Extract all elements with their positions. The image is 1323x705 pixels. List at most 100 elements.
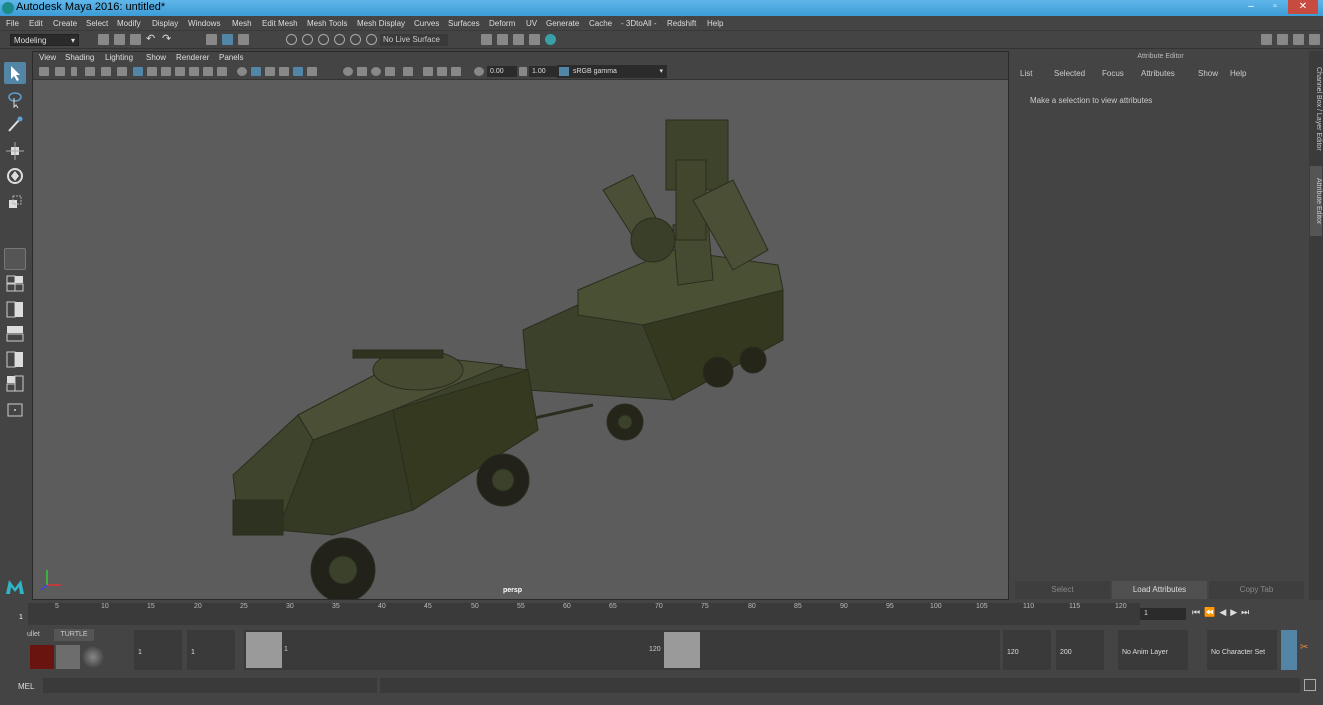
mel-label[interactable]: MEL bbox=[18, 682, 34, 691]
menu-redshift[interactable]: Redshift bbox=[667, 19, 696, 28]
playback-end-field[interactable]: 120 bbox=[1003, 630, 1051, 670]
shelf-render-icon[interactable] bbox=[30, 645, 54, 669]
menu-cache[interactable]: Cache bbox=[589, 19, 612, 28]
undo-icon[interactable]: ↶ bbox=[146, 32, 157, 45]
snap-point-icon[interactable] bbox=[318, 34, 329, 45]
minimize-button[interactable]: – bbox=[1240, 0, 1262, 14]
preferences-icon[interactable]: ✂ bbox=[1300, 642, 1314, 656]
script-editor-icon[interactable] bbox=[1304, 679, 1316, 691]
bookmark-icon[interactable] bbox=[71, 67, 77, 76]
attr-menu-show[interactable]: Show bbox=[1198, 69, 1218, 78]
attr-menu-focus[interactable]: Focus bbox=[1102, 69, 1124, 78]
menu-modify[interactable]: Modify bbox=[117, 19, 141, 28]
snap-curve-icon[interactable] bbox=[302, 34, 313, 45]
safe-title-icon[interactable] bbox=[217, 67, 227, 76]
select-button[interactable]: Select bbox=[1015, 581, 1110, 599]
menu-file[interactable]: File bbox=[6, 19, 19, 28]
persp-outliner-layout-icon[interactable] bbox=[4, 324, 26, 342]
color-space-select[interactable]: sRGB gamma ▾ bbox=[557, 65, 667, 78]
anim-layer-select[interactable]: No Anim Layer bbox=[1118, 630, 1188, 670]
menu-surfaces[interactable]: Surfaces bbox=[448, 19, 480, 28]
vp-menu-lighting[interactable]: Lighting bbox=[105, 53, 133, 62]
time-ruler[interactable]: 5 10 15 20 25 30 35 40 45 50 55 60 65 70… bbox=[19, 603, 1140, 625]
channel-box-icon[interactable] bbox=[1293, 34, 1304, 45]
menu-help[interactable]: Help bbox=[707, 19, 723, 28]
snap-plane-icon[interactable] bbox=[334, 34, 345, 45]
time-slider[interactable]: 5 10 15 20 25 30 35 40 45 50 55 60 65 70… bbox=[0, 601, 1323, 626]
camera-select-icon[interactable] bbox=[39, 67, 49, 76]
image-plane-icon[interactable] bbox=[85, 67, 95, 76]
hypershade-icon[interactable] bbox=[545, 34, 556, 45]
attr-menu-attributes[interactable]: Attributes bbox=[1141, 69, 1175, 78]
grease-pencil-icon[interactable] bbox=[117, 67, 127, 76]
maximize-button[interactable]: ▫ bbox=[1264, 0, 1286, 14]
2d-pan-zoom-icon[interactable] bbox=[101, 67, 111, 76]
select-component-icon[interactable] bbox=[238, 34, 249, 45]
gamma-icon[interactable] bbox=[519, 67, 527, 76]
persp-graph-layout-icon[interactable] bbox=[4, 350, 26, 368]
rotate-tool-icon[interactable] bbox=[4, 165, 26, 187]
step-back-key-icon[interactable]: ⏪ bbox=[1204, 607, 1219, 617]
menu-curves[interactable]: Curves bbox=[414, 19, 439, 28]
four-view-layout-icon[interactable] bbox=[4, 300, 26, 318]
gamma-field[interactable]: 1.00 bbox=[529, 66, 559, 77]
attr-menu-help[interactable]: Help bbox=[1230, 69, 1246, 78]
menu-mesh-display[interactable]: Mesh Display bbox=[357, 19, 405, 28]
film-gate-icon[interactable] bbox=[147, 67, 157, 76]
lasso-tool-icon[interactable] bbox=[4, 88, 26, 110]
select-tool-icon[interactable] bbox=[4, 62, 26, 84]
vp-menu-shading[interactable]: Shading bbox=[65, 53, 94, 62]
menu-deform[interactable]: Deform bbox=[489, 19, 515, 28]
grid-icon[interactable] bbox=[133, 67, 143, 76]
single-perspective-layout-icon[interactable] bbox=[4, 274, 26, 292]
camera-attributes-icon[interactable] bbox=[55, 67, 65, 76]
lights-icon[interactable] bbox=[307, 67, 317, 76]
auto-key-icon[interactable] bbox=[1281, 630, 1297, 670]
mode-selector[interactable]: Modeling ▾ bbox=[10, 34, 79, 46]
exposure-icon[interactable] bbox=[474, 67, 484, 76]
playback-start-field[interactable]: 1 bbox=[187, 630, 235, 670]
menu-display[interactable]: Display bbox=[152, 19, 178, 28]
outliner-toggle-icon[interactable] bbox=[4, 402, 26, 418]
backface-culling-icon[interactable] bbox=[451, 67, 461, 76]
load-attributes-button[interactable]: Load Attributes bbox=[1112, 581, 1207, 599]
hypershade-layout-icon[interactable] bbox=[4, 374, 26, 392]
vp-menu-view[interactable]: View bbox=[39, 53, 56, 62]
depth-of-field-icon[interactable] bbox=[385, 67, 395, 76]
current-frame-field[interactable]: 1 bbox=[1140, 608, 1186, 620]
channel-box-tab[interactable]: Channel Box / Layer Editor bbox=[1310, 59, 1322, 159]
open-scene-icon[interactable] bbox=[114, 34, 125, 45]
snap-live-icon[interactable] bbox=[366, 34, 377, 45]
vp-menu-panels[interactable]: Panels bbox=[219, 53, 243, 62]
copy-tab-button[interactable]: Copy Tab bbox=[1209, 581, 1304, 599]
resolution-gate-icon[interactable] bbox=[161, 67, 171, 76]
default-material-icon[interactable] bbox=[265, 67, 275, 76]
menu-edit[interactable]: Edit bbox=[29, 19, 43, 28]
menu-mesh-tools[interactable]: Mesh Tools bbox=[307, 19, 347, 28]
attribute-editor-tab[interactable]: Attribute Editor bbox=[1310, 166, 1322, 236]
menu-generate[interactable]: Generate bbox=[546, 19, 579, 28]
layout-icon[interactable] bbox=[1277, 34, 1288, 45]
tool-settings-icon[interactable] bbox=[1309, 34, 1320, 45]
range-start-handle[interactable] bbox=[246, 632, 282, 668]
xray-active-icon[interactable] bbox=[437, 67, 447, 76]
move-tool-icon[interactable] bbox=[4, 140, 26, 162]
safe-action-icon[interactable] bbox=[203, 67, 213, 76]
menu-windows[interactable]: Windows bbox=[188, 19, 220, 28]
shelf-sphere-icon[interactable] bbox=[81, 645, 105, 669]
menu-mesh[interactable]: Mesh bbox=[232, 19, 252, 28]
shelf-tab-turtle[interactable]: TURTLE bbox=[54, 629, 94, 641]
smooth-shade-icon[interactable] bbox=[251, 67, 261, 76]
menu-edit-mesh[interactable]: Edit Mesh bbox=[262, 19, 298, 28]
play-back-icon[interactable]: ◀ bbox=[1219, 607, 1230, 617]
vp-menu-renderer[interactable]: Renderer bbox=[176, 53, 209, 62]
close-button[interactable]: ✕ bbox=[1288, 0, 1318, 14]
save-scene-icon[interactable] bbox=[130, 34, 141, 45]
scale-tool-icon[interactable] bbox=[4, 191, 26, 213]
menu-uv[interactable]: UV bbox=[526, 19, 537, 28]
end-time-field[interactable]: 200 bbox=[1056, 630, 1104, 670]
select-hierarchy-icon[interactable] bbox=[206, 34, 217, 45]
snap-surface-icon[interactable] bbox=[350, 34, 361, 45]
shelf-material-icon[interactable] bbox=[56, 645, 80, 669]
wireframe-icon[interactable] bbox=[237, 67, 247, 76]
